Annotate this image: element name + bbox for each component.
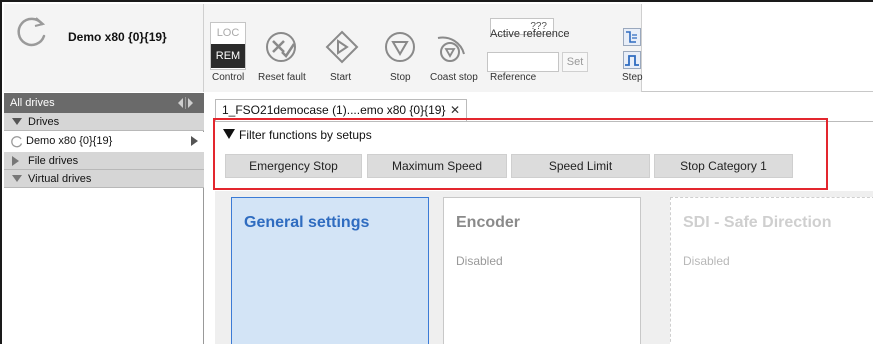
filter-highlight-box: Filter functions by setups Emergency Sto… [213,118,828,190]
collapsed-triangle-icon [12,156,19,166]
reference-input[interactable] [487,52,559,72]
toolbar: Demo x80 {0}{19} LOC REM Control Reset f… [4,4,873,92]
tree-item-demo-drive[interactable]: Demo x80 {0}{19} [4,132,204,152]
card-encoder[interactable]: Encoder Disabled [443,197,641,344]
pulse-button[interactable] [623,51,641,69]
drive-header[interactable]: Demo x80 {0}{19} [4,4,204,92]
reset-fault-icon[interactable] [264,30,298,64]
card-title: General settings [244,214,370,231]
start-button[interactable]: Start [330,72,351,83]
active-reference-label: Active reference [490,28,570,40]
expanded-triangle-icon [12,118,22,125]
app-window: Demo x80 {0}{19} LOC REM Control Reset f… [0,0,873,344]
drive-control-panel: LOC REM Control Reset fault Start Stop C… [204,4,643,92]
local-mode-option[interactable]: LOC [211,23,245,44]
main-content: 1_FSO21democase (1)....emo x80 {0}{19} ✕… [205,93,873,344]
card-title: Encoder [456,214,521,231]
card-status: Disabled [683,254,730,268]
stop-button[interactable]: Stop [390,72,411,83]
card-status: Disabled [456,254,503,268]
card-sdi-safe-direction[interactable]: SDI - Safe Direction Disabled [670,197,873,344]
step-response-button[interactable] [623,28,641,46]
chip-stop-category-1[interactable]: Stop Category 1 [654,154,793,178]
filter-chips: Emergency Stop Maximum Speed Speed Limit… [225,154,793,178]
expanded-triangle-icon[interactable] [223,129,235,139]
reference-label: Reference [490,72,537,83]
tree-group-label: File drives [28,155,79,167]
remote-mode-option[interactable]: REM [211,44,245,68]
coast-stop-button[interactable]: Coast stop [430,72,478,83]
tree-group-label: Virtual drives [28,173,92,185]
chevron-right-icon[interactable] [191,136,198,146]
all-drives-header: All drives [4,93,204,113]
tree-group-virtual-drives[interactable]: Virtual drives [4,170,204,188]
drive-title: Demo x80 {0}{19} [68,30,167,44]
drives-sidebar: All drives Drives Demo x80 {0}{19} File … [4,93,204,344]
tab-label: 1_FSO21democase (1)....emo x80 {0}{19} [222,103,446,117]
start-diamond-icon[interactable] [325,30,359,64]
nav-arrows-icon[interactable] [176,97,196,109]
tree-item-label: Demo x80 {0}{19} [26,135,113,147]
expanded-triangle-icon [12,175,22,182]
loading-arc-icon [11,136,23,148]
control-toggle[interactable]: LOC REM [210,22,246,70]
tree-group-file-drives[interactable]: File drives [4,152,204,170]
coast-stop-icon[interactable] [434,30,468,64]
loading-arc-icon [17,17,46,47]
card-title: SDI - Safe Direction [683,214,832,231]
control-label: Control [212,72,245,83]
chip-maximum-speed[interactable]: Maximum Speed [367,154,507,178]
filter-title[interactable]: Filter functions by setups [239,128,372,142]
tree-group-drives[interactable]: Drives [4,113,204,131]
chip-speed-limit[interactable]: Speed Limit [511,154,650,178]
stop-circle-icon[interactable] [383,30,417,64]
set-reference-button[interactable]: Set [562,52,588,72]
step-response-icon [626,31,637,43]
card-general-settings[interactable]: General settings [231,197,429,344]
tree-group-label: Drives [28,116,60,128]
step-label: Step [622,72,643,83]
chip-emergency-stop[interactable]: Emergency Stop [225,154,362,178]
all-drives-label: All drives [10,97,55,109]
reset-fault-button[interactable]: Reset fault [258,72,306,83]
pulse-icon [625,55,639,66]
